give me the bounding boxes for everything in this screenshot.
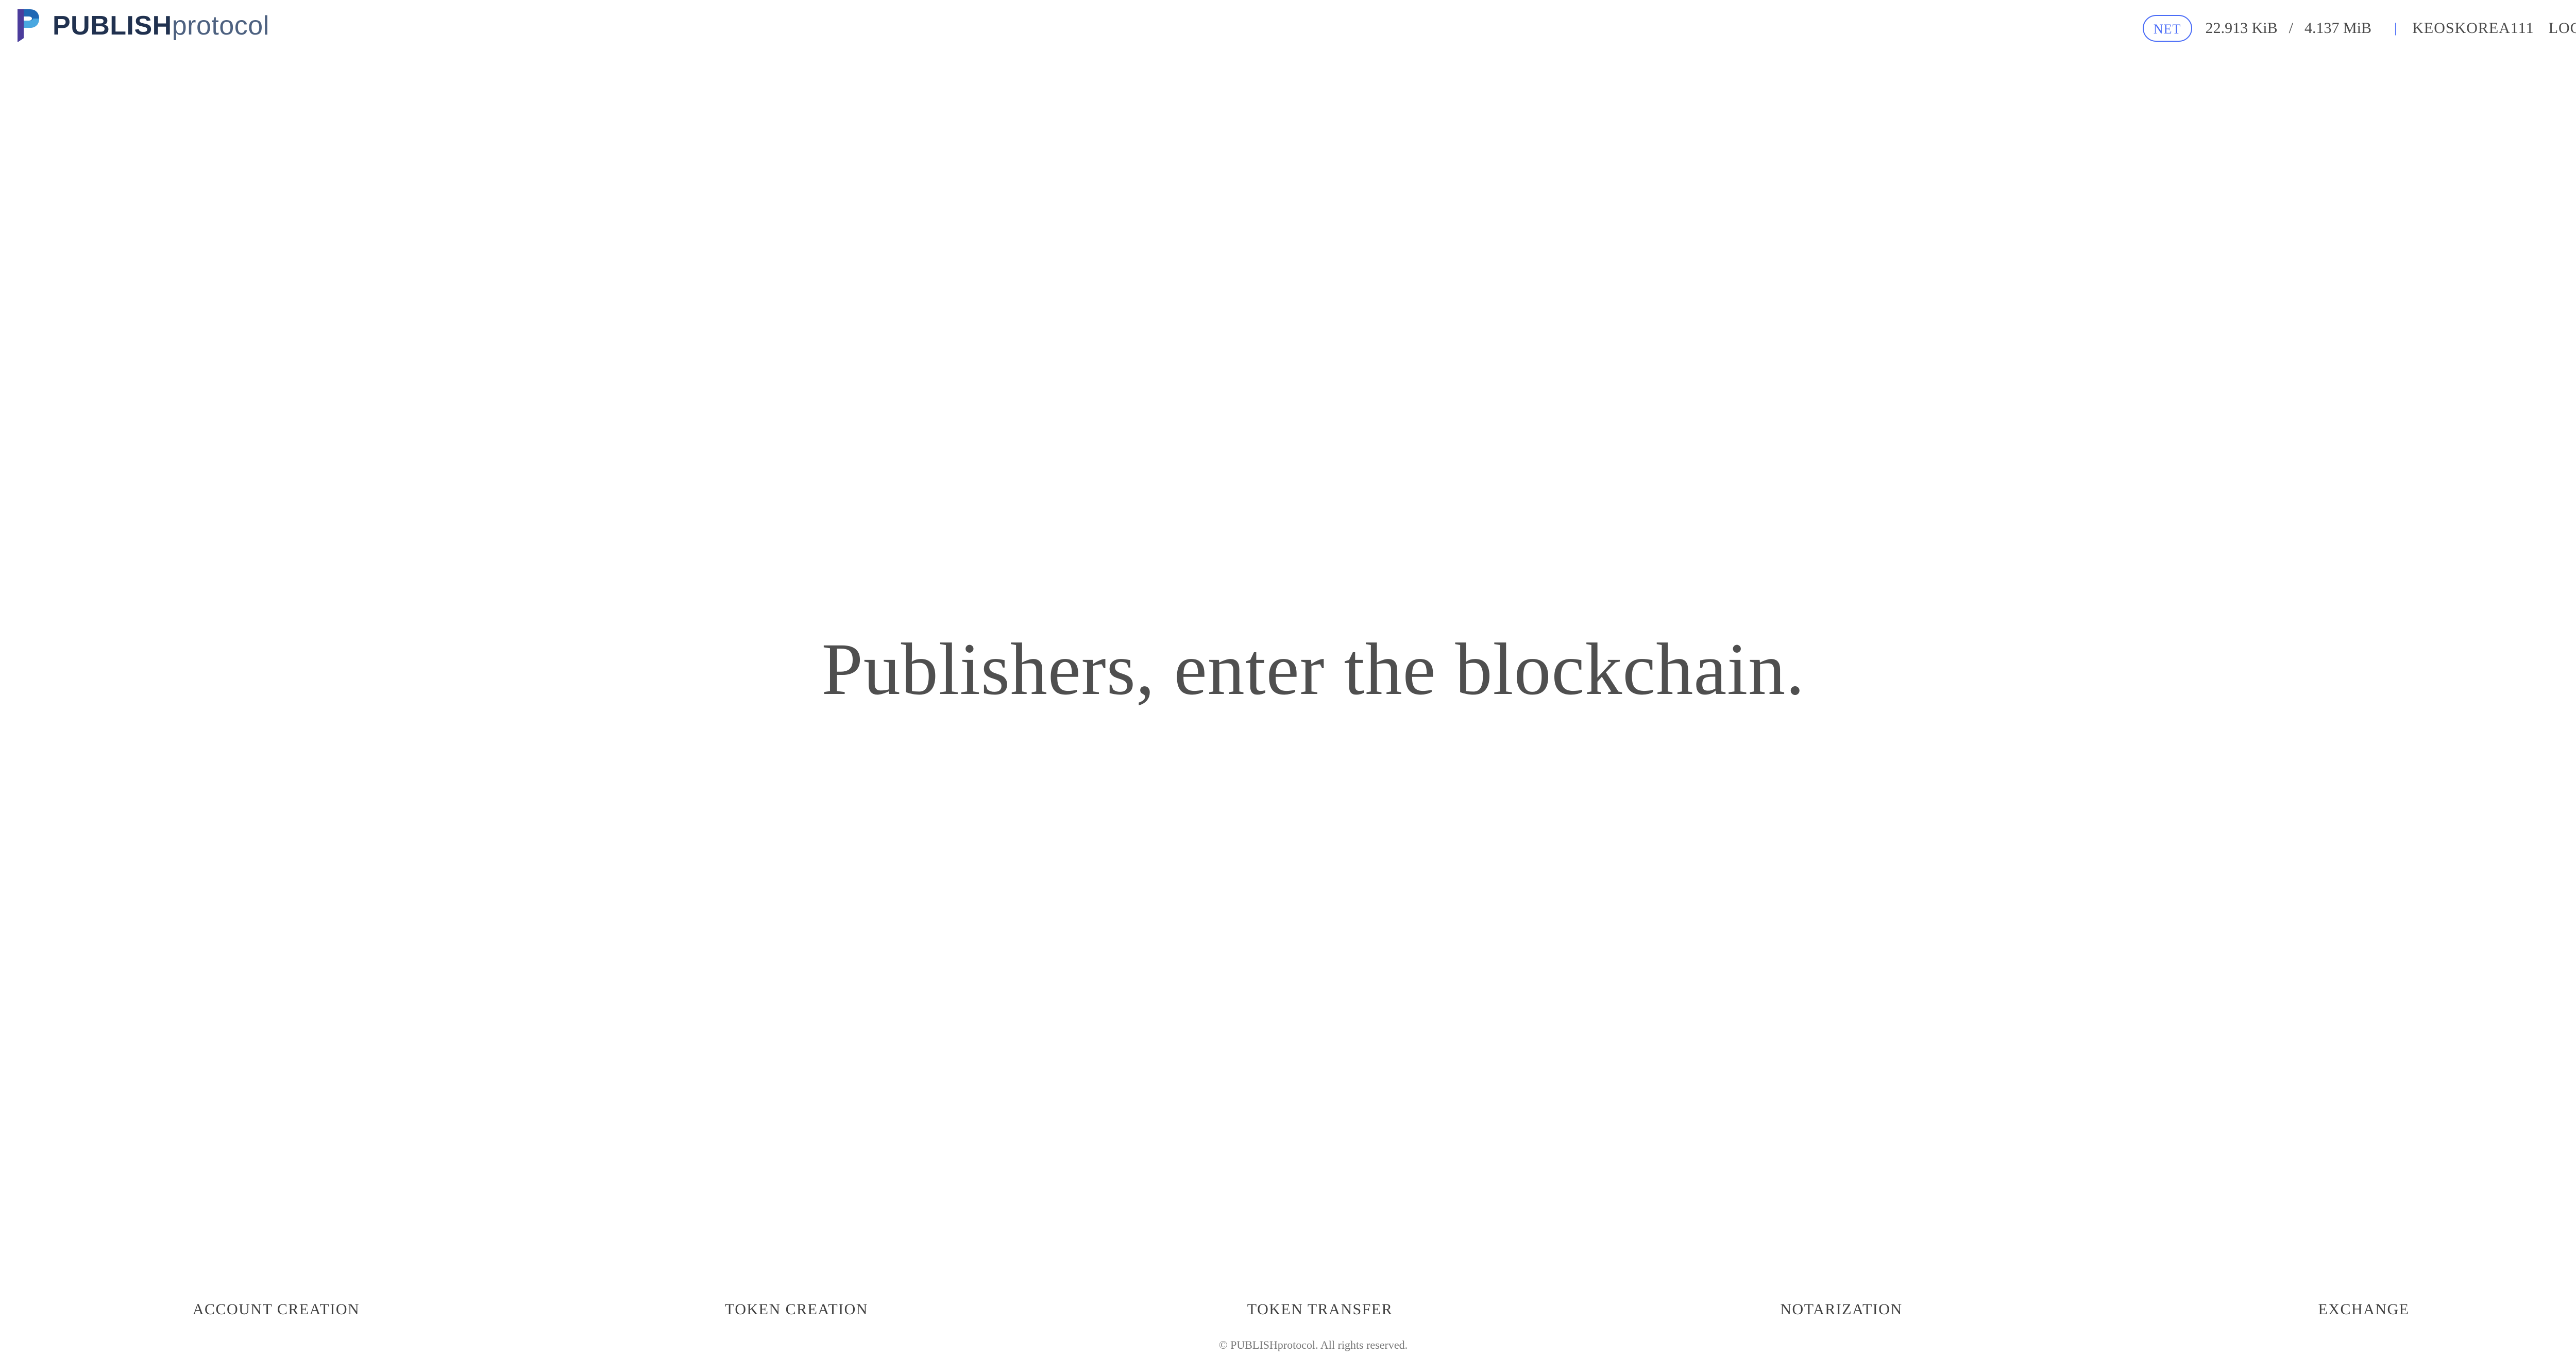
- header-divider: |: [2394, 21, 2397, 36]
- resource-separator: /: [2289, 20, 2293, 37]
- resource-used: 22.913 KiB: [2205, 20, 2278, 37]
- account-status-bar: NET 22.913 KiB / 4.137 MiB | KEOSKOREA11…: [2142, 13, 2576, 43]
- nav-item-token-creation[interactable]: TOKEN CREATION: [725, 1298, 868, 1321]
- account-name[interactable]: KEOSKOREA111: [2412, 20, 2534, 37]
- brand-logo[interactable]: PUBLISHprotocol: [15, 7, 269, 44]
- footer-copyright: © PUBLISHprotocol. All rights reserved.: [1218, 1338, 1408, 1351]
- resource-limit: 4.137 MiB: [2304, 20, 2372, 37]
- logout-button[interactable]: LOGOUT: [2549, 20, 2576, 37]
- brand-wordmark-light: protocol: [172, 11, 269, 41]
- brand-wordmark: PUBLISHprotocol: [53, 7, 269, 44]
- brand-wordmark-strong: PUBLISH: [53, 11, 172, 41]
- nav-item-token-transfer[interactable]: TOKEN TRANSFER: [1247, 1298, 1393, 1321]
- publish-protocol-logo-icon: [18, 9, 39, 42]
- hero-headline: Publishers, enter the blockchain.: [821, 629, 1805, 710]
- nav-item-exchange[interactable]: EXCHANGE: [2318, 1298, 2410, 1321]
- top-bar: PUBLISHprotocol NET 22.913 KiB / 4.137 M…: [0, 0, 2576, 57]
- nav-item-notarization[interactable]: NOTARIZATION: [1780, 1298, 1902, 1321]
- feature-nav: ACCOUNT CREATION TOKEN CREATION TOKEN TR…: [0, 1298, 2576, 1321]
- nav-item-account-creation[interactable]: ACCOUNT CREATION: [193, 1298, 360, 1321]
- resource-toggle-button[interactable]: NET: [2142, 15, 2192, 42]
